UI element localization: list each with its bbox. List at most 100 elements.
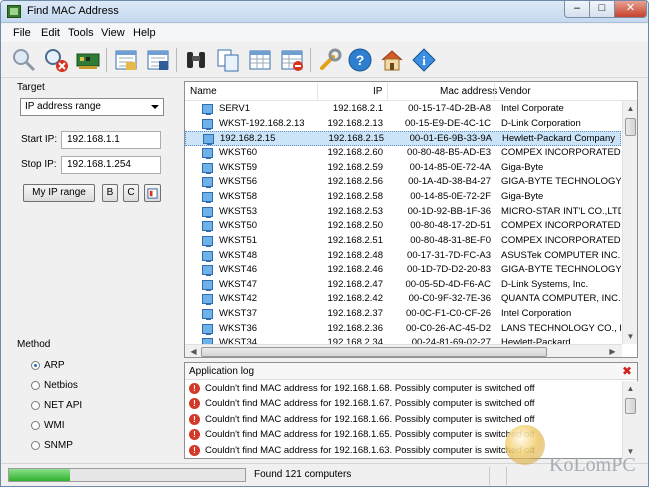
class-b-button[interactable]: B [102,184,118,202]
cell-vendor: MICRO-STAR INT'L CO.,LTD. [501,205,621,217]
error-icon: ! [189,413,200,425]
my-ip-range-button[interactable]: My IP range [23,184,95,202]
table-row[interactable]: 192.168.2.15 192.168.2.15 00-01-E6-9B-33-9… [185,131,621,146]
cell-name: WKST60 [219,146,258,158]
cell-name: WKST46 [219,264,258,276]
table-row[interactable]: WKST-192.168.2.13 192.168.2.13 00-15-E9-DE… [185,117,621,132]
method-arp-radio[interactable] [31,361,40,370]
start-ip-input[interactable]: 192.168.1.1 [61,131,161,149]
table-row[interactable]: WKST36 192.168.2.36 00-C0-26-AC-45-D2 LANS … [185,322,621,337]
cell-ip: 192.168.2.53 [327,205,383,217]
table-row[interactable]: WKST60 192.168.2.60 00-80-48-B5-AD-E3 COMPE… [185,146,621,161]
method-netbios-radio[interactable] [31,381,40,390]
scroll-left-icon[interactable]: ◀ [186,345,201,357]
scroll-right-icon[interactable]: ▶ [605,345,620,357]
column-mac[interactable]: Mac address [440,86,497,97]
table-row[interactable]: WKST53 192.168.2.53 00-1D-92-BB-1F-36 MICRO… [185,205,621,220]
open-list-icon[interactable] [111,45,141,75]
cell-mac: 00-80-48-17-2D-51 [410,220,491,232]
table-row[interactable]: WKST50 192.168.2.50 00-80-48-17-2D-51 COMPE… [185,219,621,234]
minimize-button[interactable]: – [564,1,590,18]
scroll-up-icon[interactable]: ▲ [623,381,638,396]
horizontal-scrollbar[interactable]: ◀ ▶ [185,344,622,357]
table-row[interactable]: WKST37 192.168.2.37 00-0C-F1-C0-CF-26 Intel… [185,307,621,322]
computer-icon [202,323,213,335]
column-ip[interactable]: IP [373,86,382,97]
table-row[interactable]: SERV1 192.168.2.1 00-15-17-4D-2B-A8 Intel C… [185,102,621,117]
class-c-button[interactable]: C [123,184,139,202]
cell-name: WKST53 [219,205,258,217]
column-name[interactable]: Name [190,86,217,97]
table-row[interactable]: WKST42 192.168.2.42 00-C0-9F-32-7E-36 QUANT… [185,292,621,307]
computer-icon [202,221,213,233]
binoculars-icon[interactable] [181,45,211,75]
column-divider[interactable] [494,83,495,100]
cell-vendor: Intel Corporate [501,103,564,114]
menu-tools[interactable]: Tools [68,27,94,39]
scroll-down-icon[interactable]: ▼ [623,329,637,344]
cell-name: WKST47 [219,278,258,290]
table-row[interactable]: WKST59 192.168.2.59 00-14-85-0E-72-4A Giga-… [185,161,621,176]
cell-ip: 192.168.2.58 [327,190,383,202]
network-card-icon[interactable] [73,45,103,75]
target-mode-select[interactable]: IP address range [20,98,164,116]
save-list-icon[interactable] [143,45,173,75]
table-row[interactable]: WKST58 192.168.2.58 00-14-85-0E-72-2F Giga-… [185,190,621,205]
column-divider[interactable] [387,83,388,100]
scroll-thumb[interactable] [625,118,636,136]
home-icon[interactable] [377,45,407,75]
table-row[interactable]: WKST48 192.168.2.48 00-17-31-7D-FC-A3 ASUST… [185,249,621,264]
scroll-up-icon[interactable]: ▲ [623,101,637,116]
stop-ip-input[interactable]: 192.168.1.254 [61,156,161,174]
table-row[interactable]: WKST51 192.168.2.51 00-80-48-31-8E-F0 COMPE… [185,234,621,249]
cell-name: WKST56 [219,176,258,188]
method-snmp-radio[interactable] [31,441,40,450]
log-entry: ! Couldn't find MAC address for 192.168.1… [185,382,622,397]
stop-ip-label: Stop IP: [21,159,57,170]
svg-text:i: i [422,53,426,68]
table-row[interactable]: WKST46 192.168.2.46 00-1D-7D-D2-20-83 GIGA-… [185,263,621,278]
error-icon: ! [189,429,200,441]
maximize-button[interactable]: □ [589,1,615,18]
copy-icon[interactable] [213,45,243,75]
close-button[interactable]: ✕ [614,1,647,18]
cell-mac: 00-15-E9-DE-4C-1C [404,117,491,129]
computer-icon [202,162,213,174]
error-icon: ! [189,383,200,394]
stop-icon[interactable] [41,45,71,75]
settings-wrench-icon[interactable] [315,45,345,75]
vertical-scrollbar[interactable]: ▲ ▼ [622,101,637,344]
cell-vendor: LANS TECHNOLOGY CO., LTD. [501,322,621,334]
hscroll-thumb[interactable] [201,347,547,357]
info-icon[interactable]: i [409,45,439,75]
column-divider[interactable] [317,83,318,100]
method-wmi-radio[interactable] [31,421,40,430]
table-row[interactable]: WKST47 192.168.2.47 00-05-5D-4D-F6-AC D-Lin… [185,278,621,293]
table-row[interactable]: WKST56 192.168.2.56 00-1A-4D-38-B4-27 GIGA-… [185,175,621,190]
scroll-thumb[interactable] [625,398,636,414]
watermark: KoLomPC [501,423,647,486]
method-netapi-radio[interactable] [31,401,40,410]
custom-range-button[interactable] [144,184,161,202]
table-icon[interactable] [245,45,275,75]
computer-icon [202,206,213,218]
cell-ip: 192.168.2.60 [327,146,383,158]
title-bar[interactable]: Find MAC Address – □ ✕ [1,1,648,23]
column-vendor[interactable]: Vendor [499,86,531,97]
menu-view[interactable]: View [101,27,125,39]
log-close-icon[interactable]: ✖ [622,364,632,378]
cell-ip: 192.168.2.56 [327,176,383,188]
menu-file[interactable]: File [13,27,31,39]
cell-vendor: COMPEX INCORPORATED [501,234,621,246]
help-icon[interactable]: ? [345,45,375,75]
cell-ip: 192.168.2.51 [327,234,383,246]
computer-icon [202,250,213,262]
find-icon[interactable] [9,45,39,75]
range-list-icon [147,188,158,199]
app-window: Find MAC Address – □ ✕ File Edit Tools V… [0,0,649,487]
cell-mac: 00-C0-26-AC-45-D2 [405,322,491,334]
menu-help[interactable]: Help [133,27,156,39]
menu-edit[interactable]: Edit [41,27,60,39]
delete-table-icon[interactable] [277,45,307,75]
menu-bar: File Edit Tools View Help [1,24,648,42]
